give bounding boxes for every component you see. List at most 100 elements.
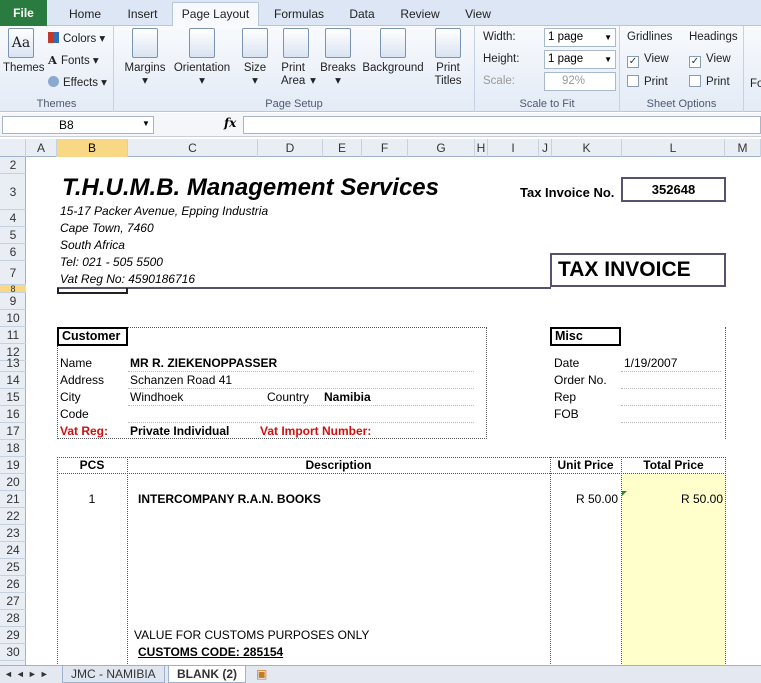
sheet-tab-blank-2[interactable]: BLANK (2) — [168, 666, 246, 683]
print-area-button[interactable]: Print Area ▾ — [276, 28, 316, 88]
address-line-2: Cape Town, 7460 — [60, 221, 154, 235]
size-button[interactable]: Size ▾ — [238, 28, 272, 88]
row-header-28[interactable]: 28 — [0, 610, 26, 627]
row-header-30[interactable]: 30 — [0, 644, 26, 661]
row-header-7[interactable]: 7 — [0, 261, 26, 285]
tab-view[interactable]: View — [452, 3, 504, 26]
column-header-h[interactable]: H — [475, 139, 488, 157]
checkmark-icon: ✓ — [627, 56, 639, 68]
col-divider-unit — [621, 457, 622, 665]
height-select[interactable]: 1 page ▼ — [544, 50, 616, 69]
row-header-22[interactable]: 22 — [0, 508, 26, 525]
scale-spinner[interactable]: 92% — [544, 72, 616, 91]
vat-reg-label: Vat Reg: — [60, 424, 109, 438]
ribbon-tab-bar: File Home Insert Page Layout Formulas Da… — [0, 0, 761, 26]
headings-view-checkbox[interactable]: ✓ View — [689, 53, 731, 68]
row-header-10[interactable]: 10 — [0, 310, 26, 327]
column-header-m[interactable]: M — [725, 139, 761, 157]
row-header-16[interactable]: 16 — [0, 406, 26, 423]
customer-label: Customer — [57, 327, 128, 346]
tab-review[interactable]: Review — [392, 3, 448, 26]
name-box[interactable]: B8 — [2, 116, 154, 134]
column-header-c[interactable]: C — [128, 139, 258, 157]
background-button[interactable]: Background — [360, 28, 426, 75]
row-header-11[interactable]: 11 — [0, 327, 26, 344]
row-header-24[interactable]: 24 — [0, 542, 26, 559]
tab-data[interactable]: Data — [337, 3, 387, 26]
sheet-nav-arrows-icon[interactable]: ◄◄►► — [4, 666, 52, 683]
row-header-13[interactable]: 13 — [0, 355, 26, 372]
fx-icon[interactable]: fx — [224, 116, 236, 130]
row-header-5[interactable]: 5 — [0, 227, 26, 244]
tax-invoice-number[interactable]: 352648 — [621, 177, 726, 202]
column-header-a[interactable]: A — [26, 139, 57, 157]
select-all-corner[interactable] — [0, 139, 26, 157]
description-header: Description — [305, 458, 372, 472]
row-header-25[interactable]: 25 — [0, 559, 26, 576]
row-header-29[interactable]: 29 — [0, 627, 26, 644]
row-header-8[interactable]: 8 — [0, 285, 26, 294]
column-header-d[interactable]: D — [258, 139, 323, 157]
gridlines-view-checkbox[interactable]: ✓ View — [627, 53, 669, 68]
tab-formulas[interactable]: Formulas — [265, 3, 333, 26]
tab-insert[interactable]: Insert — [115, 3, 170, 26]
column-header-g[interactable]: G — [408, 139, 475, 157]
colors-button[interactable]: Colors ▾ — [48, 31, 105, 45]
customs-code: CUSTOMS CODE: 285154 — [138, 645, 284, 659]
row-header-6[interactable]: 6 — [0, 244, 26, 261]
height-value: 1 page — [548, 53, 584, 65]
sheet-tab-jmc-namibia[interactable]: JMC - NAMIBIA — [62, 666, 165, 683]
insert-sheet-icon[interactable]: ▣ — [250, 666, 273, 683]
column-header-i[interactable]: I — [488, 139, 539, 157]
line-unit-price: R 50.00 — [575, 492, 618, 506]
page-setup-group: Margins ▾ Orientation ▾ Size ▾ Print Area ▾ … — [114, 26, 475, 112]
column-header-b[interactable]: B — [57, 139, 128, 157]
selected-cell-b8[interactable] — [57, 288, 128, 294]
customer-address: Schanzen Road 41 — [130, 373, 233, 387]
breaks-button[interactable]: Breaks ▾ — [318, 28, 358, 88]
row-header-3[interactable]: 3 — [0, 174, 26, 210]
row-header-4[interactable]: 4 — [0, 210, 26, 227]
orientation-icon — [189, 28, 215, 58]
print-titles-button[interactable]: Print Titles — [428, 28, 468, 88]
themes-button[interactable]: Aa Themes — [3, 28, 45, 75]
row-header-15[interactable]: 15 — [0, 389, 26, 406]
background-icon — [380, 28, 406, 58]
row-header-26[interactable]: 26 — [0, 576, 26, 593]
width-select[interactable]: 1 page ▼ — [544, 28, 616, 47]
row-header-19[interactable]: 19 — [0, 457, 26, 474]
column-header-l[interactable]: L — [622, 139, 725, 157]
column-header-k[interactable]: K — [552, 139, 622, 157]
column-header-f[interactable]: F — [362, 139, 408, 157]
row-header-21[interactable]: 21 — [0, 491, 26, 508]
column-header-j[interactable]: J — [539, 139, 552, 157]
col-divider-desc — [550, 457, 551, 665]
row-header-20[interactable]: 20 — [0, 474, 26, 491]
row-header-2[interactable]: 2 — [0, 157, 26, 174]
row-header-18[interactable]: 18 — [0, 440, 26, 457]
fonts-button[interactable]: A Fonts ▾ — [48, 53, 99, 67]
vat-import-label: Vat Import Number: — [260, 424, 372, 438]
row-header-17[interactable]: 17 — [0, 423, 26, 440]
tab-page-layout[interactable]: Page Layout — [172, 2, 259, 26]
orientation-button[interactable]: Orientation ▾ — [170, 28, 234, 88]
row-header-23[interactable]: 23 — [0, 525, 26, 542]
print-area-icon — [283, 28, 309, 58]
headings-print-checkbox[interactable]: Print — [689, 75, 730, 88]
tab-home[interactable]: Home — [55, 3, 115, 26]
worksheet-grid[interactable]: T.H.U.M.B. Management Services Tax Invoi… — [27, 157, 761, 665]
address-underline — [128, 388, 474, 389]
formula-input[interactable] — [243, 116, 761, 134]
effects-icon — [48, 76, 59, 87]
tab-file[interactable]: File — [0, 0, 47, 26]
company-name: T.H.U.M.B. Management Services — [62, 174, 439, 201]
row-header-9[interactable]: 9 — [0, 293, 26, 310]
scale-label: Scale: — [483, 75, 515, 87]
gridlines-print-checkbox[interactable]: Print — [627, 75, 668, 88]
row-header-27[interactable]: 27 — [0, 593, 26, 610]
margins-button[interactable]: Margins ▾ — [122, 28, 168, 88]
effects-button[interactable]: Effects ▾ — [48, 75, 107, 89]
column-header-e[interactable]: E — [323, 139, 362, 157]
row-header-14[interactable]: 14 — [0, 372, 26, 389]
next-group-label: Fo — [750, 78, 761, 90]
